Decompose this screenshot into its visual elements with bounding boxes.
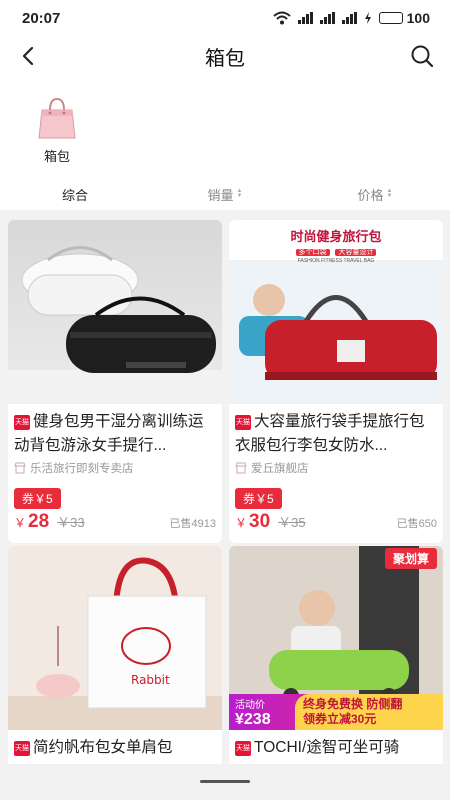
sort-bar: 综合 销量 ▲ ▼ 价格 ▲ ▼	[0, 178, 450, 210]
product-card[interactable]: 聚划算 活动价 ¥238 终身免费换 防侧翻 领券立减30元 天猫 TOCHI/途…	[229, 546, 443, 764]
shop-row[interactable]: 乐活旅行即刻专卖店	[8, 458, 222, 478]
banner-tags: 多个口袋 大容量设计	[229, 247, 443, 257]
currency-symbol: ￥	[14, 516, 27, 530]
search-button[interactable]	[406, 40, 438, 72]
sort-tab-label: 价格	[357, 187, 384, 203]
product-card[interactable]: 时尚健身旅行包 多个口袋 大容量设计 FASHION FITNESS TRAVE…	[229, 220, 443, 543]
product-card[interactable]: 天猫 健身包男干湿分离训练运动背包游泳女手提行... 乐活旅行即刻专卖店 券￥5 …	[8, 220, 222, 543]
status-bar: 20:07 100	[0, 0, 450, 36]
promo-line: 领券立减30元	[303, 712, 377, 726]
sort-tab-label: 综合	[61, 187, 88, 203]
nav-bar: 箱包	[0, 36, 450, 76]
chevron-left-icon	[22, 46, 34, 66]
shop-name: 爱丘旗舰店	[251, 463, 309, 475]
tmall-badge: 天猫	[14, 741, 30, 756]
product-title: 天猫 TOCHI/途智可坐可骑	[229, 730, 443, 764]
wifi-icon	[272, 11, 291, 25]
shop-row[interactable]: 爱丘旗舰店	[229, 458, 443, 478]
product-card[interactable]: Rabbit 天猫 简约帆布包女单肩包	[8, 546, 222, 764]
product-image: 聚划算 活动价 ¥238 终身免费换 防侧翻 领券立减30元	[229, 546, 443, 730]
product-title-text: 简约帆布包女单肩包	[33, 739, 173, 756]
sort-tab-sales[interactable]: 销量 ▲ ▼	[150, 178, 300, 210]
back-button[interactable]	[12, 40, 44, 72]
signal-icon-2	[319, 12, 335, 24]
original-price: ￥35	[278, 515, 306, 530]
signal-icon	[297, 12, 313, 24]
status-icons: 100	[272, 10, 430, 26]
product-image: Rabbit	[8, 546, 222, 730]
home-indicator	[0, 764, 450, 800]
search-icon	[411, 45, 434, 68]
product-title: 天猫 健身包男干湿分离训练运动背包游泳女手提行...	[8, 404, 222, 458]
product-banner: 时尚健身旅行包 多个口袋 大容量设计 FASHION FITNESS TRAVE…	[229, 220, 443, 264]
handbag-icon	[38, 97, 76, 139]
price: 28	[28, 511, 50, 532]
banner-tag: 多个口袋	[295, 249, 330, 256]
product-title: 天猫 简约帆布包女单肩包	[8, 730, 222, 764]
product-image	[8, 220, 222, 404]
promo-label: 活动价	[235, 699, 265, 711]
promo-strip: 活动价 ¥238 终身免费换 防侧翻 领券立减30元	[229, 694, 443, 730]
sort-arrows-icon: ▲ ▼	[386, 188, 393, 199]
sort-tab-price[interactable]: 价格 ▲ ▼	[300, 178, 450, 210]
battery-indicator: 100	[378, 10, 430, 26]
price-row: ￥ 28 ￥33 已售4913	[8, 509, 222, 543]
banner-title: 时尚健身旅行包	[290, 229, 382, 244]
promo-line: 终身免费换 防侧翻	[303, 697, 403, 711]
currency-symbol: ￥	[235, 516, 248, 530]
promo-info: 终身免费换 防侧翻 领券立减30元	[295, 694, 443, 730]
bag-print-text: Rabbit	[131, 673, 170, 687]
sold-count: 已售650	[396, 518, 437, 530]
coupon-badge: 券￥5	[14, 488, 61, 509]
shop-name: 乐活旅行即刻专卖店	[30, 463, 134, 475]
price-row: ￥ 30 ￥35 已售650	[229, 509, 443, 543]
product-title: 天猫 大容量旅行袋手提旅行包衣服包行李包女防水...	[229, 404, 443, 458]
category-item-bags[interactable]: 箱包	[30, 96, 84, 165]
shop-icon	[235, 462, 247, 474]
category-area: 箱包	[0, 76, 450, 178]
battery-icon	[378, 12, 403, 24]
status-time: 20:07	[22, 9, 61, 27]
gesture-bar[interactable]	[200, 780, 250, 783]
signal-icon-3	[341, 12, 357, 24]
tmall-badge: 天猫	[14, 415, 30, 430]
category-label: 箱包	[43, 149, 70, 164]
banner-subtitle: FASHION FITNESS TRAVEL BAG	[297, 258, 375, 264]
sort-tab-label: 销量	[207, 187, 234, 203]
product-title-text: 健身包男干湿分离训练运动背包游泳女手提行...	[14, 413, 204, 454]
product-title-text: TOCHI/途智可坐可骑	[254, 739, 400, 756]
promo-badge: 聚划算	[384, 548, 437, 569]
promo-price: ¥238	[235, 710, 271, 728]
charging-icon	[364, 12, 371, 24]
original-price: ￥33	[57, 515, 85, 530]
promo-price-block: 活动价 ¥238	[229, 694, 295, 730]
sold-count: 已售4913	[169, 518, 216, 530]
product-title-text: 大容量旅行袋手提旅行包衣服包行李包女防水...	[235, 413, 425, 454]
shop-icon	[14, 462, 26, 474]
product-image: 时尚健身旅行包 多个口袋 大容量设计 FASHION FITNESS TRAVE…	[229, 220, 443, 404]
tmall-badge: 天猫	[235, 415, 251, 430]
page-title: 箱包	[205, 47, 245, 70]
battery-level: 100	[406, 10, 430, 26]
price: 30	[249, 511, 271, 532]
product-grid: 天猫 健身包男干湿分离训练运动背包游泳女手提行... 乐活旅行即刻专卖店 券￥5 …	[0, 218, 450, 764]
sort-arrows-icon: ▲ ▼	[236, 188, 243, 199]
banner-tag: 大容量设计	[335, 249, 377, 256]
tmall-badge: 天猫	[235, 741, 251, 756]
sort-tab-comprehensive[interactable]: 综合	[0, 178, 150, 210]
coupon-badge: 券￥5	[235, 488, 282, 509]
